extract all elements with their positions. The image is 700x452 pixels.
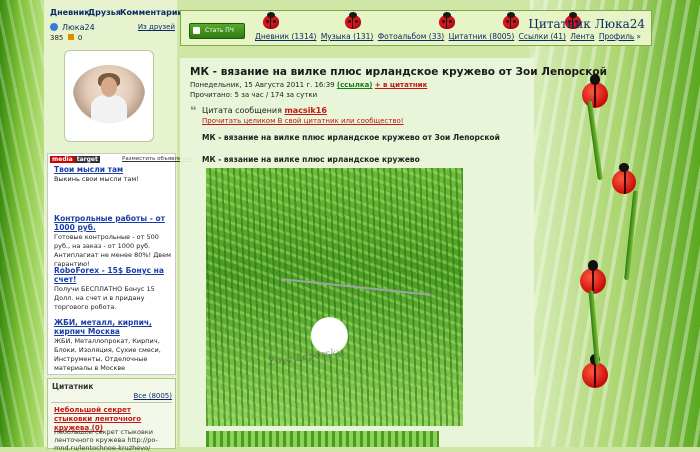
ladybug-icon: [345, 12, 361, 29]
star-icon: [67, 34, 74, 40]
ladybug-icon: [439, 12, 455, 29]
header-links: Дневник (1314) Музыка (131) Фотоальбом (…: [255, 32, 641, 41]
cite-prefix: Цитата сообщения: [202, 106, 282, 115]
become-reader-button[interactable]: Стать ПЧ: [189, 23, 245, 39]
avatar-face: [101, 77, 117, 97]
quote-icon: ❝: [190, 104, 197, 117]
post-paragraph: МК - вязание на вилке плюс ирландское кр…: [202, 155, 420, 164]
read-count: Прочитано: 5 за час / 174 за сутки: [190, 91, 318, 99]
count-b: 0: [77, 34, 83, 42]
ad-title[interactable]: ЖБИ, металл, кирпич, кирпич Москва: [54, 318, 172, 336]
photo-watermark: Zoya Leporsky: [267, 346, 343, 369]
left-grass-background: [0, 0, 44, 447]
post-photo-2[interactable]: [206, 431, 439, 447]
link-diary[interactable]: Дневник (1314): [255, 32, 316, 41]
nav-comments-link[interactable]: Комментарии: [120, 8, 183, 17]
divider: [51, 402, 172, 403]
ladybug-icon: [263, 12, 279, 29]
ad-item[interactable]: Твои мысли там Выкинь свои мысли там!: [54, 165, 172, 184]
ad-desc: Готовые контрольные - от 500 руб., на за…: [54, 233, 172, 268]
avatar-body: [91, 95, 127, 123]
cite-author-link[interactable]: macsik16: [284, 106, 326, 115]
link-profile[interactable]: Профиль: [599, 32, 635, 41]
nav-diary-link[interactable]: Дневник: [50, 8, 90, 17]
ad-item[interactable]: Контрольные работы - от 1000 руб. Готовы…: [54, 214, 172, 269]
ad-title[interactable]: Твои мысли там: [54, 165, 172, 174]
username[interactable]: Люка24: [62, 23, 95, 32]
sidebar: Дневник Друзья Комментарии Люка24 Из дру…: [44, 0, 192, 452]
ladybug-icon: [612, 162, 636, 194]
ad-item[interactable]: ЖБИ, металл, кирпич, кирпич Москва ЖБИ, …: [54, 318, 172, 373]
ad-item[interactable]: RoboForex - 15$ Бонус на счет! Получи БЕ…: [54, 266, 172, 312]
nav-friends-link[interactable]: Друзья: [88, 8, 121, 17]
post-content: МК - вязание на вилке плюс ирландское кр…: [180, 58, 607, 447]
citations-title: Цитатник: [52, 382, 94, 391]
arrow-right-icon: »: [636, 32, 641, 41]
ad-header: media target Разместить объявление: [50, 156, 192, 163]
favorites-link[interactable]: Из друзей: [138, 23, 175, 31]
target-label: target: [74, 156, 100, 163]
citations-panel: Цитатник Все (8005) Небольшой секрет сты…: [47, 378, 176, 452]
become-reader-label: Стать ПЧ: [205, 27, 234, 34]
user-counts: 385 0: [50, 34, 82, 42]
ad-desc: Выкинь свои мысли там!: [54, 175, 139, 183]
link-links[interactable]: Ссылки (41): [519, 32, 566, 41]
post-meta: Понедельник, 15 Августа 2011 г. 16:39 (с…: [190, 81, 427, 89]
ad-title[interactable]: Контрольные работы - от 1000 руб.: [54, 214, 172, 232]
post-link[interactable]: (ссылка): [337, 81, 373, 89]
ladybug-icon: [582, 74, 608, 108]
post-paragraph: МК - вязание на вилке плюс ирландское кр…: [202, 133, 500, 142]
user-icon: [50, 23, 58, 31]
read-full-link[interactable]: Прочитать целиком В свой цитатник или со…: [202, 117, 404, 125]
add-to-citations-link[interactable]: + в цитатник: [375, 81, 428, 89]
needle: [281, 278, 431, 296]
ladybug-icon: [582, 354, 608, 388]
count-a: 385: [50, 34, 64, 42]
media-label: media: [50, 156, 75, 163]
user-add-icon: [193, 27, 200, 34]
citation-desc: Небольшой секрет стыковки ленточного кру…: [54, 428, 158, 452]
ad-desc: ЖБИ, Металлопрокат, Кирпич, Блоки, Изоля…: [54, 337, 161, 372]
link-feed[interactable]: Лента: [570, 32, 594, 41]
ladybug-icon: [503, 12, 519, 29]
citation-source: Цитата сообщения macsik16: [202, 106, 327, 115]
post-photo[interactable]: Zoya Leporsky: [206, 168, 463, 426]
citations-all-link[interactable]: Все (8005): [134, 392, 172, 400]
avatar[interactable]: [64, 50, 154, 142]
header-bar: Стать ПЧ Цитатник Люка24 Дневник (1314) …: [180, 10, 652, 46]
ad-desc: Получи БЕСПЛАТНО Бонус 15 Долл. на счет …: [54, 285, 155, 311]
avatar-photo: [73, 65, 145, 123]
post-title[interactable]: МК - вязание на вилке плюс ирландское кр…: [190, 66, 607, 78]
ad-box: media target Разместить объявление Твои м…: [47, 153, 192, 375]
page-title[interactable]: Цитатник Люка24: [528, 17, 645, 31]
post-date: Понедельник, 15 Августа 2011 г. 16:39: [190, 81, 335, 89]
link-citations[interactable]: Цитатник (8005): [449, 32, 515, 41]
link-music[interactable]: Музыка (131): [321, 32, 374, 41]
link-photoalbum[interactable]: Фотоальбом (33): [378, 32, 444, 41]
ad-title[interactable]: RoboForex - 15$ Бонус на счет!: [54, 266, 172, 284]
